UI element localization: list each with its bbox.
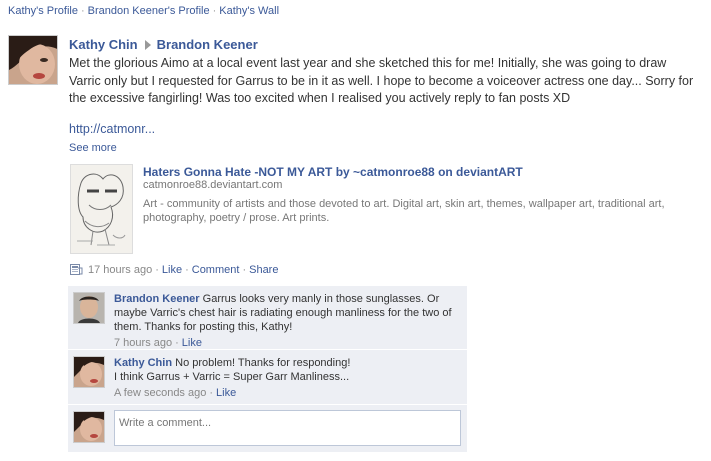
comment-timestamp[interactable]: 7 hours ago <box>114 337 172 349</box>
current-user-avatar <box>73 411 105 443</box>
comment-item: Brandon Keener Garrus looks very manly i… <box>68 286 467 350</box>
attachment-title-link[interactable]: Haters Gonna Hate -NOT MY ART by ~catmon… <box>143 165 523 179</box>
post-header: Kathy Chin Brandon Keener <box>69 37 258 52</box>
post-author-avatar[interactable] <box>8 35 58 85</box>
post-url-link[interactable]: http://catmonr... <box>69 122 155 136</box>
comment-text-line2: I think Garrus + Varric = Super Garr Man… <box>114 371 350 383</box>
see-more-link[interactable]: See more <box>69 142 117 154</box>
post-author-name[interactable]: Kathy Chin <box>69 37 138 52</box>
breadcrumb-brandon-profile[interactable]: Brandon Keener's Profile <box>88 5 210 17</box>
breadcrumb-separator: · <box>212 5 217 17</box>
commenter-avatar[interactable] <box>73 292 105 324</box>
breadcrumb-kathys-wall[interactable]: Kathy's Wall <box>219 5 279 17</box>
meta-separator: · <box>155 264 159 276</box>
comment-like-link[interactable]: Like <box>182 337 202 349</box>
meta-separator: · <box>209 387 214 399</box>
post-message: Met the glorious Aimo at a local event l… <box>69 56 694 105</box>
like-link[interactable]: Like <box>162 264 182 276</box>
comment-item: Kathy Chin No problem! Thanks for respon… <box>68 350 467 405</box>
arrow-right-icon <box>144 40 151 50</box>
comment-meta: A few seconds ago · Like <box>114 386 459 400</box>
attachment-description: Art - community of artists and those dev… <box>143 198 665 224</box>
attachment-thumbnail[interactable] <box>70 164 133 254</box>
comments-list: Brandon Keener Garrus looks very manly i… <box>68 286 467 453</box>
comment-author[interactable]: Kathy Chin <box>114 357 172 369</box>
commenter-avatar[interactable] <box>73 356 105 388</box>
attachment-domain: catmonroe88.deviantart.com <box>143 179 283 191</box>
breadcrumb: Kathy's Profile · Brandon Keener's Profile… <box>8 5 279 17</box>
comment-timestamp[interactable]: A few seconds ago <box>114 387 206 399</box>
write-comment-input[interactable]: Write a comment... <box>114 410 461 446</box>
comment-like-link[interactable]: Like <box>216 387 236 399</box>
post-target-name[interactable]: Brandon Keener <box>157 37 258 52</box>
meta-separator: · <box>175 337 179 349</box>
comment-text-line1: No problem! Thanks for responding! <box>175 357 351 369</box>
link-attachment-icon <box>70 264 83 275</box>
meta-separator: · <box>242 264 247 276</box>
meta-separator: · <box>185 264 189 276</box>
write-comment-row: Write a comment... <box>68 405 467 453</box>
breadcrumb-kathys-profile[interactable]: Kathy's Profile <box>8 5 78 17</box>
comment-author[interactable]: Brandon Keener <box>114 293 200 305</box>
breadcrumb-separator: · <box>80 5 85 17</box>
post-meta: 17 hours ago · Like · Comment · Share <box>70 264 278 276</box>
post-timestamp[interactable]: 17 hours ago <box>88 264 152 276</box>
comment-meta: 7 hours ago · Like <box>114 336 459 350</box>
comment-link[interactable]: Comment <box>192 264 240 276</box>
share-link[interactable]: Share <box>249 264 278 276</box>
